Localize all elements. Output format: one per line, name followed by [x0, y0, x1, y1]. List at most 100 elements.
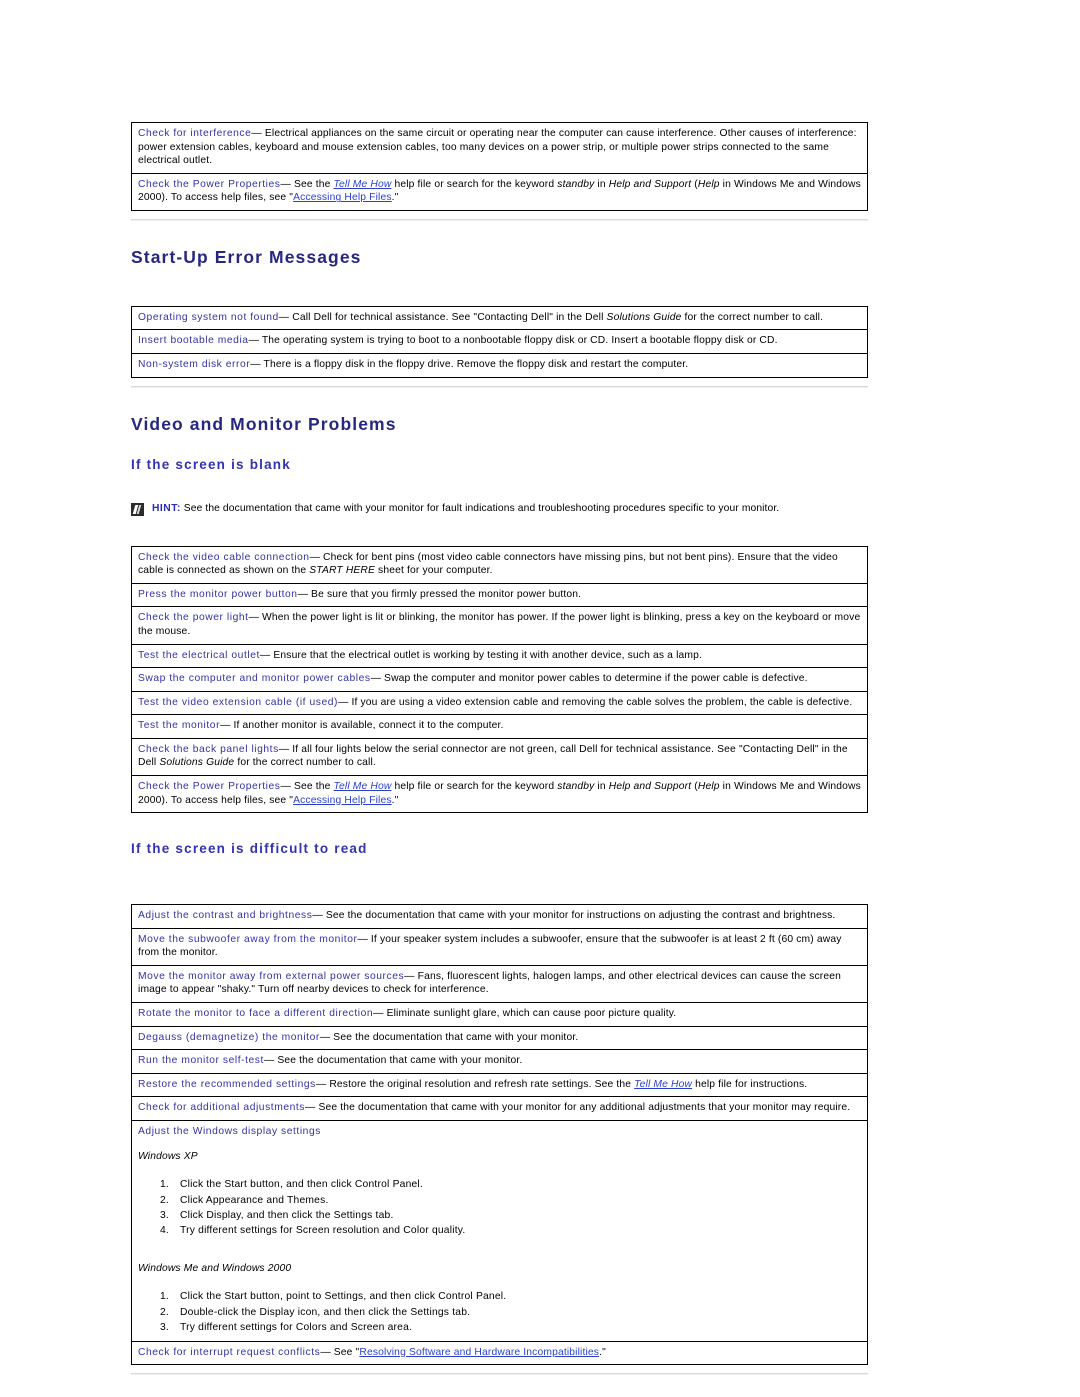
term-label: Check for additional adjustments: [138, 1102, 305, 1114]
table-cell: Rotate the monitor to face a different d…: [131, 1002, 868, 1027]
subheading-screen-blank: If the screen is blank: [131, 456, 291, 472]
table-row: Check the Power Properties— See the Tell…: [131, 172, 868, 211]
keyword-standby: standby: [557, 178, 595, 190]
table-cell: Check the back panel lights— If all four…: [131, 737, 868, 776]
table-row: Adjust the contrast and brightness— See …: [131, 904, 868, 929]
cell-text: If you are using a video extension cable…: [348, 696, 853, 708]
table-row: Check for interrupt request conflicts— S…: [131, 1340, 868, 1366]
term-dash: —: [263, 1055, 275, 1067]
resolving-incompatibilities-link[interactable]: Resolving Software and Hardware Incompat…: [359, 1347, 599, 1358]
table-cell: Check the Power Properties— See the Tell…: [131, 774, 868, 814]
table-row: Operating system not found— Call Dell fo…: [131, 305, 868, 331]
term-dash: —: [220, 720, 231, 732]
windows-me-2000-title: Windows Me and Windows 2000: [138, 1262, 292, 1274]
page-title-video: Video and Monitor Problems: [131, 413, 397, 434]
table-cell: Adjust the contrast and brightness— See …: [131, 904, 868, 929]
cell-text: See the documentation that came with you…: [330, 1031, 579, 1043]
term-label: Swap the computer and monitor power cabl…: [138, 673, 371, 685]
cell-text: for the correct number to call.: [234, 757, 376, 769]
content-column: Check for interference— Electrical appli…: [131, 122, 868, 1376]
cell-text: sheet for your computer.: [375, 565, 493, 577]
table-cell: Test the electrical outlet— Ensure that …: [131, 643, 868, 669]
cell-text: in: [594, 178, 609, 190]
cell-text: .": [599, 1346, 606, 1358]
start-here-title: START HERE: [309, 565, 376, 577]
section-divider: [131, 1373, 868, 1376]
tell-me-how-link[interactable]: Tell Me How: [334, 781, 392, 792]
term-label: Adjust the contrast and brightness: [138, 910, 313, 922]
help-and-support: Help and Support: [608, 780, 692, 792]
table-row: Check for additional adjustments— See th…: [131, 1096, 868, 1121]
solutions-guide-title: Solutions Guide: [606, 311, 682, 323]
cell-text: (: [691, 780, 698, 792]
table-cell: Check the power light— When the power li…: [131, 606, 868, 645]
tell-me-how-link[interactable]: Tell Me How: [334, 179, 392, 190]
table-row: Degauss (demagnetize) the monitor— See t…: [131, 1025, 868, 1051]
table-row: Move the subwoofer away from the monitor…: [131, 927, 868, 966]
accessing-help-files-link[interactable]: Accessing Help Files: [293, 795, 392, 806]
cell-text: help file or search for the keyword: [391, 780, 558, 792]
term-label: Check for interrupt request conflicts: [138, 1346, 321, 1358]
cell-text: Be sure that you firmly pressed the moni…: [308, 588, 582, 600]
table-cell: Test the monitor— If another monitor is …: [131, 714, 868, 739]
cell-text: help file or search for the keyword: [391, 178, 558, 190]
table-row: Rotate the monitor to face a different d…: [131, 1002, 868, 1027]
table-row: Press the monitor power button— Be sure …: [131, 582, 868, 608]
term-label: Check the video cable connection: [138, 551, 310, 563]
term-label: Test the video extension cable (if used): [138, 696, 339, 708]
tell-me-how-link[interactable]: Tell Me How: [634, 1079, 692, 1090]
accessing-help-files-link[interactable]: Accessing Help Files: [293, 192, 392, 203]
table-cell: Restore the recommended settings— Restor…: [131, 1072, 868, 1098]
cell-text: (: [691, 178, 698, 190]
table-cell: Check for interrupt request conflicts— S…: [131, 1340, 868, 1366]
cell-text: Eliminate sunlight glare, which can caus…: [383, 1008, 677, 1020]
term-label: Rotate the monitor to face a different d…: [138, 1008, 374, 1020]
list-item: Click the Start button, point to Setting…: [172, 1289, 861, 1304]
windows-xp-title: Windows XP: [138, 1150, 198, 1162]
table-cell: Check the Power Properties— See the Tell…: [131, 172, 868, 211]
table-cell: Insert bootable media— The operating sys…: [131, 329, 868, 355]
cell-text: .": [391, 794, 399, 806]
term-label: Check for interference: [138, 128, 252, 139]
term-label: Move the monitor away from external powe…: [138, 970, 405, 982]
term-label: Check the power light: [138, 612, 249, 624]
table-row: Restore the recommended settings— Restor…: [131, 1072, 868, 1098]
table-row: Test the monitor— If another monitor is …: [131, 714, 868, 739]
table-cell: Check for additional adjustments— See th…: [131, 1096, 868, 1121]
term-label: Move the subwoofer away from the monitor: [138, 933, 358, 945]
term-dash: —: [280, 178, 291, 190]
table-row: Test the electrical outlet— Ensure that …: [131, 643, 868, 669]
document-page: Check for interference— Electrical appli…: [0, 0, 1080, 1376]
screen-difficult-table: Adjust the contrast and brightness — See …: [131, 904, 868, 1366]
cell-text: Call Dell for technical assistance. See …: [289, 311, 607, 323]
table-cell: Non-system disk error— There is a floppy…: [131, 353, 868, 378]
term-label: Insert bootable media: [138, 335, 249, 347]
table-row: Non-system disk error— There is a floppy…: [131, 353, 868, 378]
cell-text: See the documentation that came with you…: [315, 1102, 851, 1114]
term-label: Adjust the Windows display settings: [138, 1125, 321, 1137]
term-label: Degauss (demagnetize) the monitor: [138, 1031, 320, 1043]
table-cell: Degauss (demagnetize) the monitor— See t…: [131, 1025, 868, 1051]
table-row: Test the video extension cable (if used)…: [131, 690, 868, 716]
term-dash: —: [248, 335, 260, 347]
term-dash: —: [278, 311, 290, 323]
term-dash: —: [250, 359, 261, 371]
term-label: Check the back panel lights: [138, 743, 279, 755]
table-row: Swap the computer and monitor power cabl…: [131, 667, 868, 692]
list-item: Click Display, and then click the Settin…: [172, 1208, 861, 1223]
table-cell: Swap the computer and monitor power cabl…: [131, 667, 868, 692]
table-cell: Move the subwoofer away from the monitor…: [131, 927, 868, 966]
list-item: Click the Start button, and then click C…: [172, 1177, 861, 1192]
term-label: Press the monitor power button: [138, 588, 298, 600]
term-dash: —: [338, 696, 349, 708]
table-row: Check the power light— When the power li…: [131, 606, 868, 645]
